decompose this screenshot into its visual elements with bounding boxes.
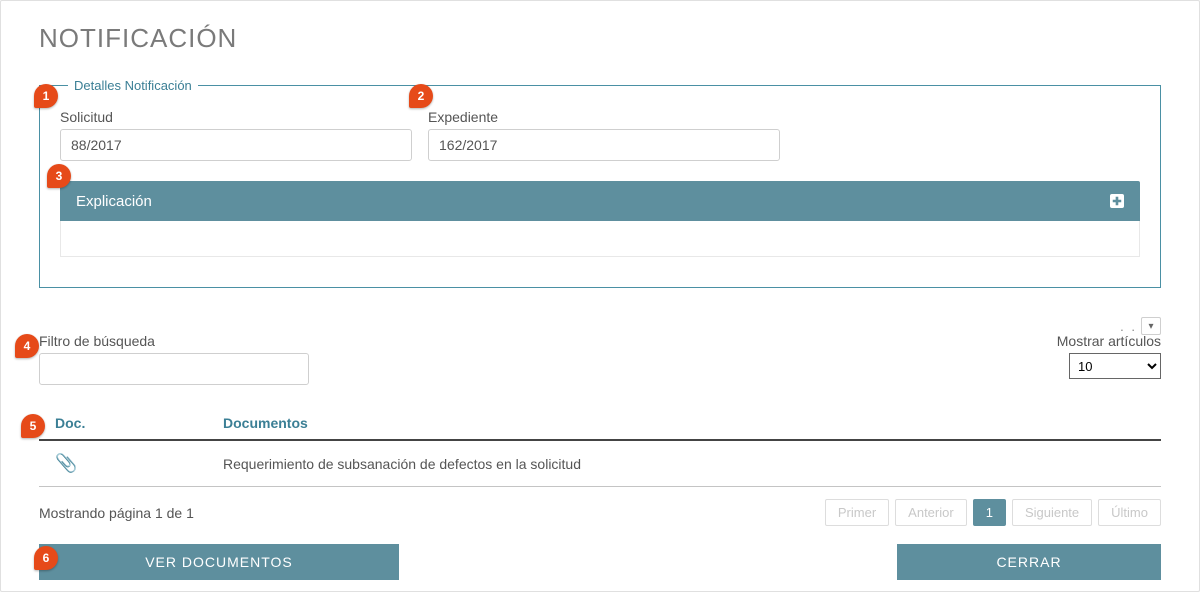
paperclip-icon[interactable]: 📎 <box>55 453 77 474</box>
table-row[interactable]: 📎 Requerimiento de subsanación de defect… <box>39 440 1161 487</box>
explicacion-title: Explicación <box>76 193 152 210</box>
pagination-info: Mostrando página 1 de 1 <box>39 505 194 521</box>
select-show-articles[interactable]: 10 <box>1069 353 1161 379</box>
mini-toolbar: . . ▾ <box>1120 317 1161 335</box>
col-header-documentos[interactable]: Documentos <box>219 409 1161 440</box>
chevron-down-icon[interactable]: ▾ <box>1141 317 1161 335</box>
label-solicitud: Solicitud <box>60 109 412 125</box>
field-solicitud: Solicitud <box>60 109 412 161</box>
plus-icon[interactable]: ✚ <box>1110 194 1124 208</box>
label-search-filter: Filtro de búsqueda <box>39 333 309 349</box>
explicacion-panel: Explicación ✚ <box>60 181 1140 257</box>
documents-table-wrap: Doc. Documentos 📎 Requerimiento de subsa… <box>39 409 1161 487</box>
cell-document-name: Requerimiento de subsanación de defectos… <box>219 440 1161 487</box>
page-prev-button[interactable]: Anterior <box>895 499 967 526</box>
toolbar-dots: . . <box>1120 319 1137 334</box>
notification-window: NOTIFICACIÓN Detalles Notificación Solic… <box>0 0 1200 592</box>
callout-6: 6 <box>34 546 58 570</box>
documents-table: Doc. Documentos 📎 Requerimiento de subsa… <box>39 409 1161 487</box>
close-button[interactable]: CERRAR <box>897 544 1161 580</box>
pagination-row: Mostrando página 1 de 1 Primer Anterior … <box>39 499 1161 526</box>
callout-4: 4 <box>15 334 39 358</box>
callout-1: 1 <box>34 84 58 108</box>
fields-row: Solicitud Expediente <box>60 109 1140 161</box>
page-next-button[interactable]: Siguiente <box>1012 499 1092 526</box>
col-header-doc[interactable]: Doc. <box>39 409 219 440</box>
callout-5: 5 <box>21 414 45 438</box>
view-documents-button[interactable]: VER DOCUMENTOS <box>39 544 399 580</box>
details-fieldset: Detalles Notificación Solicitud Expedien… <box>39 78 1161 288</box>
filter-row: Filtro de búsqueda Mostrar artículos 10 <box>39 333 1161 385</box>
page-1-button[interactable]: 1 <box>973 499 1006 526</box>
input-expediente[interactable] <box>428 129 780 161</box>
callout-2: 2 <box>409 84 433 108</box>
action-buttons-row: VER DOCUMENTOS CERRAR <box>39 544 1161 580</box>
page-first-button[interactable]: Primer <box>825 499 889 526</box>
search-input[interactable] <box>39 353 309 385</box>
explicacion-header[interactable]: Explicación ✚ <box>60 181 1140 221</box>
explicacion-body <box>60 221 1140 257</box>
page-title: NOTIFICACIÓN <box>39 23 1161 54</box>
label-expediente: Expediente <box>428 109 780 125</box>
details-legend: Detalles Notificación <box>68 78 198 93</box>
field-expediente: Expediente <box>428 109 780 161</box>
callout-3: 3 <box>47 164 71 188</box>
pagination: Primer Anterior 1 Siguiente Último <box>825 499 1161 526</box>
input-solicitud[interactable] <box>60 129 412 161</box>
cell-attachment: 📎 <box>39 440 219 487</box>
filter-left: Filtro de búsqueda <box>39 333 309 385</box>
page-last-button[interactable]: Último <box>1098 499 1161 526</box>
label-show-articles: Mostrar artículos <box>1057 333 1161 349</box>
filter-right: Mostrar artículos 10 <box>1057 333 1161 379</box>
